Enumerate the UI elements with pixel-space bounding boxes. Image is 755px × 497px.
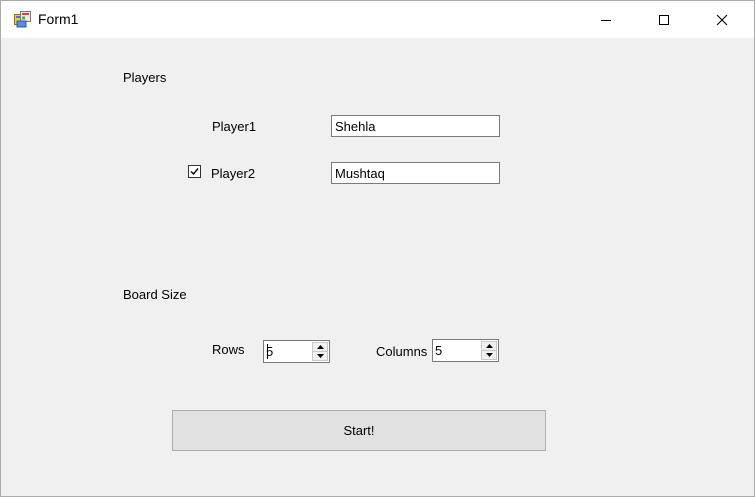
start-button-label: Start!: [343, 423, 375, 438]
checkmark-icon: [190, 168, 199, 176]
close-button[interactable]: [693, 1, 751, 38]
columns-label: Columns: [376, 344, 428, 359]
maximize-icon: [659, 14, 669, 25]
window-title: Form1: [38, 11, 79, 27]
maximize-button[interactable]: [635, 1, 693, 38]
rows-stepper[interactable]: 5: [263, 340, 330, 363]
player2-checkbox[interactable]: [188, 165, 201, 178]
rows-label: Rows: [212, 342, 245, 357]
columns-stepper[interactable]: 5: [432, 339, 499, 362]
title-bar[interactable]: Form1: [1, 1, 754, 38]
rows-spin-buttons: [312, 342, 328, 361]
triangle-up-icon: [485, 344, 493, 348]
form1-window: Form1 Players Player1 Player2 Board Size: [0, 0, 755, 497]
app-icon: [14, 11, 31, 28]
players-group-label: Players: [123, 70, 167, 85]
player2-name-input[interactable]: [331, 162, 500, 184]
columns-increment-button[interactable]: [482, 342, 496, 351]
minimize-icon: [601, 19, 611, 21]
text-caret: [267, 344, 268, 359]
player1-label: Player1: [212, 119, 257, 134]
close-icon: [716, 14, 728, 25]
triangle-up-icon: [316, 345, 324, 349]
columns-value[interactable]: 5: [435, 343, 442, 358]
minimize-button[interactable]: [577, 1, 635, 38]
start-button[interactable]: Start!: [172, 410, 546, 451]
rows-increment-button[interactable]: [313, 343, 327, 352]
columns-decrement-button[interactable]: [482, 351, 496, 359]
triangle-down-icon: [316, 354, 324, 358]
player1-name-input[interactable]: [331, 115, 500, 137]
triangle-down-icon: [485, 353, 493, 357]
columns-spin-buttons: [481, 341, 497, 360]
rows-decrement-button[interactable]: [313, 352, 327, 360]
board-size-group-label: Board Size: [123, 287, 187, 302]
player2-label[interactable]: Player2: [211, 166, 255, 181]
